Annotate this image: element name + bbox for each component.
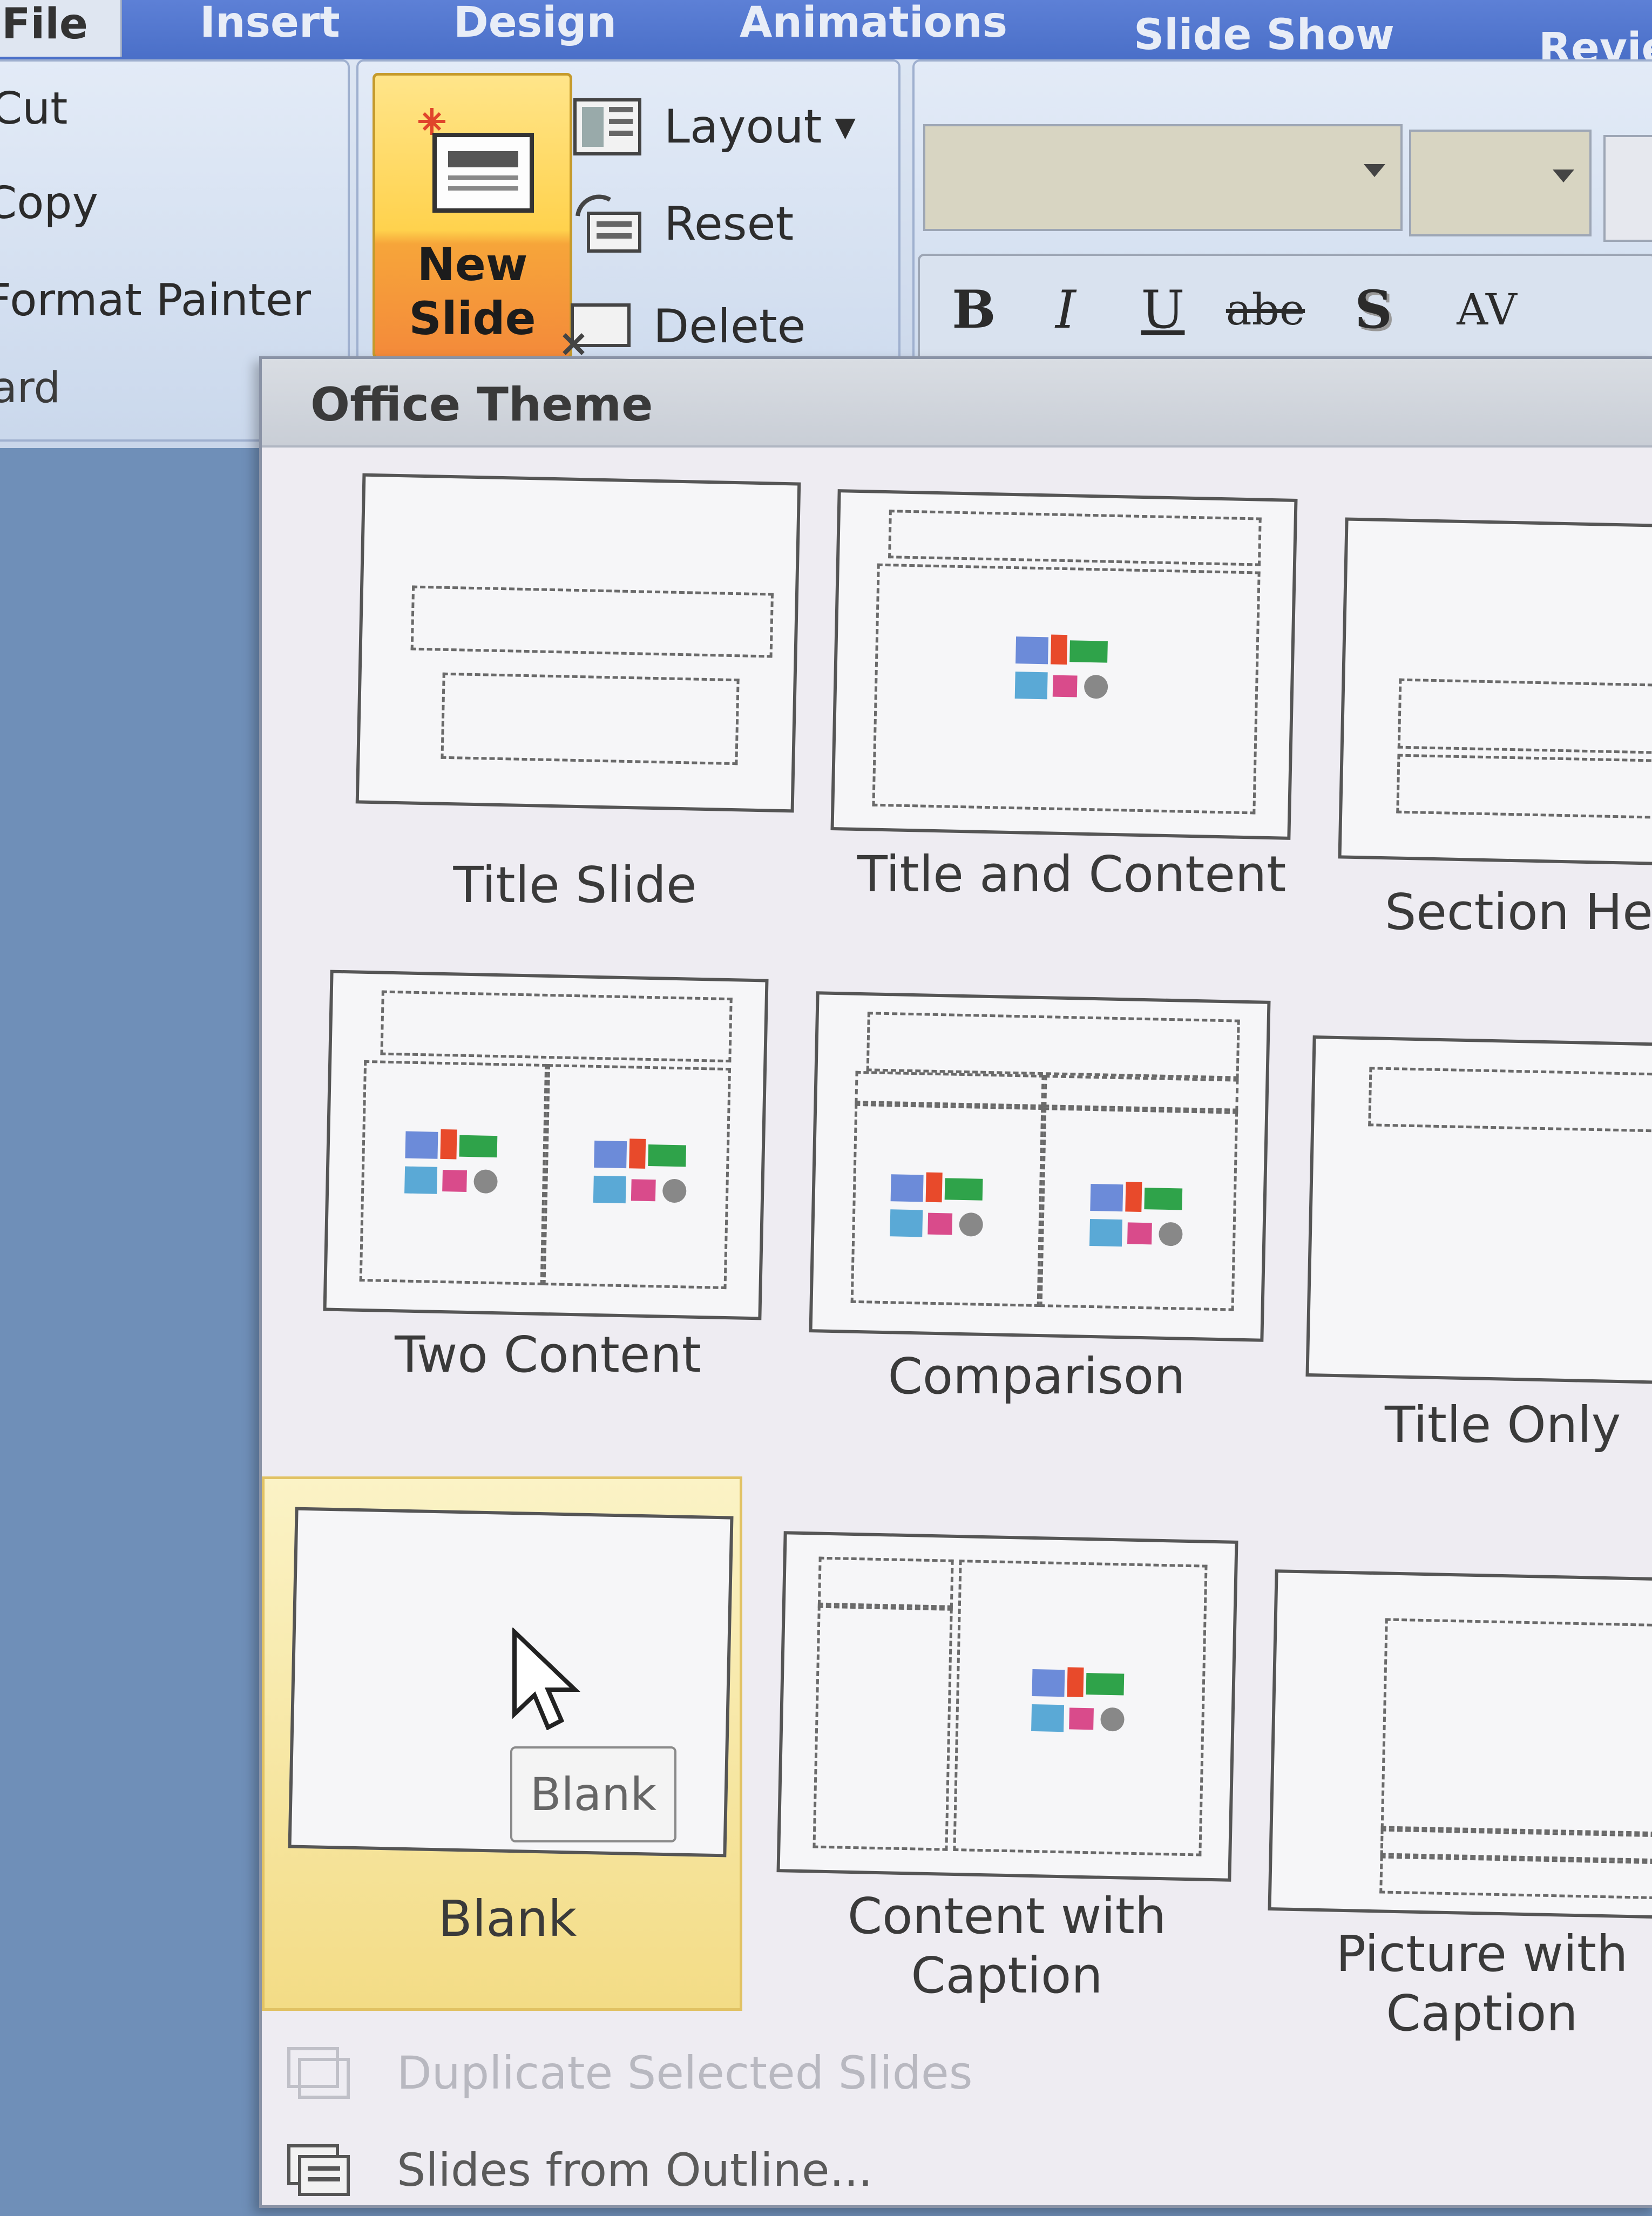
layout-thumbnail (809, 991, 1271, 1342)
layout-label: Layout (664, 100, 822, 154)
reset-label: Reset (664, 197, 794, 251)
font-format-toolbar: B I U abe S AV (918, 254, 1652, 366)
character-spacing-button[interactable]: AV (1427, 256, 1546, 364)
layout-label: Title and Content (857, 845, 1287, 903)
picture-placeholder (1380, 1618, 1652, 1835)
layout-thumbnail (323, 970, 769, 1320)
layout-title-only[interactable]: Title Only (1305, 1035, 1652, 1454)
content-insert-icon (593, 1139, 687, 1204)
layout-label: Picture with Caption (1336, 1925, 1628, 2042)
new-slide-label: New Slide (409, 238, 536, 345)
layout-button[interactable]: Layout ▼ (572, 86, 856, 167)
tab-file[interactable]: File (0, 0, 122, 57)
layout-label: Content with Caption (847, 1887, 1167, 2004)
grow-font-button[interactable] (1603, 135, 1652, 242)
caption-text-placeholder (813, 1605, 953, 1851)
format-painter-button[interactable]: Format Painter (0, 275, 311, 326)
chevron-down-icon (1364, 164, 1385, 177)
delete-label: Delete (653, 300, 806, 354)
layout-label: Title Slide (453, 856, 697, 914)
caption-title-placeholder (817, 1556, 954, 1608)
reset-icon (576, 194, 641, 253)
layout-thumbnail (1338, 517, 1652, 866)
layout-label: Comparison (888, 1347, 1186, 1405)
duplicate-selected-slides-item[interactable]: Duplicate Selected Slides (262, 2027, 1652, 2119)
layout-content-with-caption[interactable]: Content with Caption (776, 1531, 1255, 2004)
left-heading-placeholder (855, 1070, 1045, 1108)
layout-blank[interactable]: Blank (262, 1476, 742, 2011)
layout-label: Section He (1385, 883, 1652, 941)
text-placeholder (1396, 754, 1652, 819)
layout-picture-with-caption[interactable]: Picture with Caption (1268, 1569, 1652, 2042)
clipboard-group-label: ard (0, 364, 61, 412)
duplicate-slide-icon (287, 2047, 350, 2099)
cut-button[interactable]: Cut (0, 83, 67, 134)
chevron-down-icon (1553, 170, 1574, 182)
italic-button[interactable]: I (1023, 256, 1109, 364)
layout-thumbnail (355, 473, 801, 813)
layout-comparison[interactable]: Comparison (809, 991, 1288, 1406)
title-placeholder (1397, 678, 1652, 755)
layout-icon (573, 98, 641, 155)
new-slide-gallery: Office Theme Title Slide Title and Conte… (259, 356, 1652, 2208)
layout-title-and-content[interactable]: Title and Content (830, 489, 1309, 903)
tab-slide-show[interactable]: Slide Show (1134, 8, 1394, 67)
title-placeholder (380, 990, 733, 1063)
layout-section-header[interactable]: Section He (1338, 517, 1652, 941)
layout-thumbnail (1268, 1569, 1652, 1919)
copy-button[interactable]: Copy (0, 178, 98, 229)
tab-animations[interactable]: Animations (740, 0, 1007, 55)
tab-design[interactable]: Design (453, 0, 617, 55)
content-insert-icon (1014, 634, 1108, 700)
slides-from-outline-icon (287, 2144, 350, 2196)
content-insert-icon (890, 1172, 983, 1237)
new-slide-button[interactable]: New Slide (373, 73, 572, 359)
right-heading-placeholder (1044, 1075, 1239, 1112)
font-name-dropdown[interactable] (923, 124, 1403, 231)
layout-label: Title Only (1385, 1396, 1621, 1454)
layout-thumbnail (776, 1531, 1238, 1882)
tab-insert[interactable]: Insert (200, 0, 340, 55)
duplicate-selected-slides-label: Duplicate Selected Slides (397, 2046, 973, 2099)
delete-button[interactable]: Delete (561, 286, 806, 367)
chevron-down-icon: ▼ (835, 111, 856, 143)
layout-tooltip: Blank (510, 1746, 676, 1842)
content-insert-icon (404, 1129, 498, 1194)
content-insert-icon (1089, 1182, 1183, 1247)
shadow-button[interactable]: S (1330, 256, 1417, 364)
layout-label: Blank (438, 1890, 577, 1948)
new-slide-icon (418, 108, 534, 213)
subtitle-placeholder (441, 672, 740, 765)
content-insert-icon (1031, 1667, 1125, 1732)
title-placeholder (410, 585, 774, 658)
layout-thumbnail (1305, 1035, 1652, 1384)
reset-button[interactable]: Reset (572, 184, 794, 265)
layout-two-content[interactable]: Two Content (323, 970, 769, 1395)
mouse-cursor-icon (512, 1628, 580, 1730)
slides-from-outline-label: Slides from Outline... (397, 2144, 873, 2197)
delete-slide-icon (563, 303, 631, 355)
caption-text-placeholder (1379, 1855, 1652, 1900)
underline-button[interactable]: U (1120, 256, 1206, 364)
layout-title-slide[interactable]: Title Slide (262, 467, 801, 914)
ribbon-tab-bar: File Insert Design Animations Slide Show… (0, 0, 1652, 73)
layout-label: Two Content (395, 1326, 701, 1384)
bold-button[interactable]: B (931, 256, 1017, 364)
gallery-header-title: Office Theme (310, 378, 653, 432)
layout-thumbnail (830, 489, 1298, 840)
font-size-dropdown[interactable] (1409, 130, 1592, 236)
title-placeholder (1368, 1067, 1652, 1133)
title-placeholder (866, 1012, 1240, 1079)
strikethrough-button[interactable]: abe (1211, 256, 1319, 364)
title-placeholder (888, 510, 1262, 566)
gallery-header: Office Theme (262, 359, 1652, 448)
